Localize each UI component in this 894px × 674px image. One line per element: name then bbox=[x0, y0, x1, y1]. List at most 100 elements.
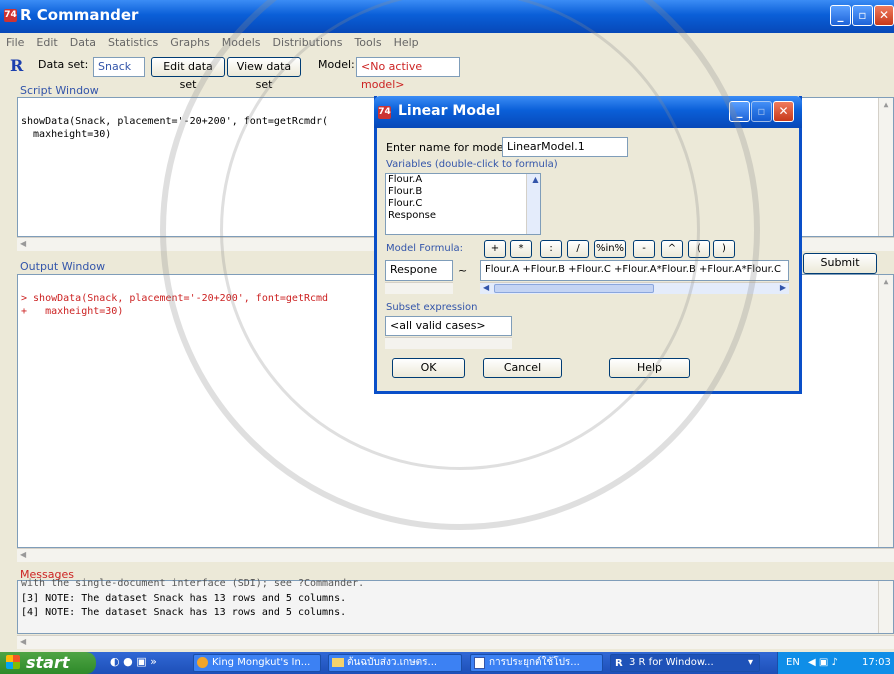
ok-button[interactable]: OK bbox=[392, 358, 465, 378]
close-paren-button[interactable]: ) bbox=[713, 240, 735, 258]
tilde-symbol: ~ bbox=[458, 264, 468, 277]
help-button[interactable]: Help bbox=[609, 358, 690, 378]
minus-operator-button[interactable]: - bbox=[633, 240, 655, 258]
message-line: [3] NOTE: The dataset Snack has 13 rows … bbox=[21, 593, 347, 604]
dialog-title-bar: 74 Linear Model _ ▫ ✕ bbox=[374, 96, 802, 128]
menu-tools[interactable]: Tools bbox=[348, 33, 387, 49]
clock: 17:03 bbox=[862, 657, 891, 668]
browser-icon bbox=[197, 657, 208, 668]
formula-scrollbar[interactable]: ◀ ▶ bbox=[480, 282, 789, 294]
formula-scroll-thumb[interactable] bbox=[494, 284, 654, 293]
power-operator-button[interactable]: ^ bbox=[661, 240, 683, 258]
r-task-icon: R bbox=[615, 658, 623, 669]
response-scrollbar[interactable] bbox=[385, 282, 453, 294]
message-line: [4] NOTE: The dataset Snack has 13 rows … bbox=[21, 607, 347, 618]
system-tray: EN ◀ ▣ ♪ 17:03 bbox=[777, 652, 894, 674]
start-label: start bbox=[26, 653, 70, 672]
submit-button[interactable]: Submit bbox=[803, 253, 877, 274]
scroll-left-icon[interactable]: ◀ bbox=[483, 283, 489, 292]
variable-item[interactable]: Flour.B bbox=[386, 186, 540, 198]
message-line: with the single-document interface (SDI)… bbox=[21, 578, 365, 589]
output-window-title: Output Window bbox=[20, 260, 106, 273]
maximize-icon[interactable]: ▫ bbox=[852, 5, 873, 26]
task-label: King Mongkut's In... bbox=[212, 657, 311, 668]
model-label: Model: bbox=[318, 58, 355, 71]
task-label: การประยุกต์ใช้โปร... bbox=[489, 657, 580, 668]
scroll-up-icon[interactable]: ▲ bbox=[529, 174, 540, 186]
dialog-r-icon: 74 bbox=[378, 106, 391, 119]
dialog-close-icon[interactable]: ✕ bbox=[773, 101, 794, 122]
model-formula-label: Model Formula: bbox=[386, 243, 464, 254]
dialog-minimize-icon[interactable]: _ bbox=[729, 101, 750, 122]
variable-item[interactable]: Response bbox=[386, 210, 540, 222]
times-operator-button[interactable]: * bbox=[510, 240, 532, 258]
scroll-left-icon[interactable]: ◀ bbox=[20, 239, 26, 248]
scroll-up-icon[interactable]: ▲ bbox=[879, 100, 893, 109]
menu-statistics[interactable]: Statistics bbox=[102, 33, 164, 49]
plus-operator-button[interactable]: + bbox=[484, 240, 506, 258]
task-folder[interactable]: ต้นฉบับส่งว.เกษตร... bbox=[328, 654, 462, 672]
script-line: showData(Snack, placement='-20+200', fon… bbox=[21, 116, 329, 127]
subset-label: Subset expression bbox=[386, 302, 478, 313]
model-name-input[interactable]: LinearModel.1 bbox=[502, 137, 628, 157]
cancel-button[interactable]: Cancel bbox=[483, 358, 562, 378]
messages-vertical-scrollbar[interactable] bbox=[878, 581, 893, 633]
main-title-bar: 74 R Commander _ ▫ ✕ bbox=[0, 0, 894, 33]
model-formula-input[interactable]: Flour.A +Flour.B +Flour.C +Flour.A*Flour… bbox=[480, 260, 789, 281]
r-app-icon: 74 bbox=[4, 9, 17, 22]
subset-scrollbar[interactable] bbox=[385, 337, 512, 349]
messages-horizontal-scrollbar[interactable]: ◀ bbox=[17, 635, 894, 649]
scroll-left-icon[interactable]: ◀ bbox=[20, 550, 26, 559]
open-paren-button[interactable]: ( bbox=[688, 240, 710, 258]
menu-help[interactable]: Help bbox=[388, 33, 425, 49]
active-model-selector[interactable]: <No active model> bbox=[356, 57, 460, 91]
variables-scrollbar[interactable]: ▲ bbox=[526, 174, 540, 234]
folder-icon bbox=[332, 658, 344, 667]
scroll-left-icon[interactable]: ◀ bbox=[20, 637, 26, 646]
variable-item[interactable]: Flour.C bbox=[386, 198, 540, 210]
model-name-label: Enter name for model: bbox=[386, 141, 511, 154]
task-document[interactable]: การประยุกต์ใช้โปร... bbox=[470, 654, 603, 672]
menu-data[interactable]: Data bbox=[64, 33, 102, 49]
messages-window: with the single-document interface (SDI)… bbox=[17, 578, 894, 634]
slash-operator-button[interactable]: / bbox=[567, 240, 589, 258]
script-line: maxheight=30) bbox=[21, 129, 112, 140]
response-input[interactable]: Respone bbox=[385, 260, 453, 281]
chevron-down-icon: ▾ bbox=[747, 657, 753, 668]
menu-models[interactable]: Models bbox=[216, 33, 267, 49]
start-button[interactable]: start bbox=[0, 652, 96, 674]
r-logo-icon: R bbox=[10, 56, 24, 75]
colon-operator-button[interactable]: : bbox=[540, 240, 562, 258]
script-window-title: Script Window bbox=[20, 84, 99, 97]
scroll-right-icon[interactable]: ▶ bbox=[780, 283, 786, 292]
menu-file[interactable]: File bbox=[0, 33, 30, 49]
menu-distributions[interactable]: Distributions bbox=[267, 33, 349, 49]
close-icon[interactable]: ✕ bbox=[874, 5, 894, 26]
task-browser[interactable]: King Mongkut's In... bbox=[193, 654, 321, 672]
language-indicator[interactable]: EN bbox=[786, 652, 800, 674]
edit-data-set-button[interactable]: Edit data set bbox=[151, 57, 225, 91]
task-label: ต้นฉบับส่งว.เกษตร... bbox=[347, 657, 438, 668]
tray-icons[interactable]: ◀ ▣ ♪ bbox=[808, 652, 838, 674]
minimize-icon[interactable]: _ bbox=[830, 5, 851, 26]
quick-launch[interactable]: ◐ ● ▣ » bbox=[110, 655, 170, 671]
script-vertical-scrollbar[interactable]: ▲ bbox=[878, 98, 893, 236]
task-label: 3 R for Window... bbox=[629, 657, 714, 668]
in-operator-button[interactable]: %in% bbox=[594, 240, 626, 258]
output-vertical-scrollbar[interactable]: ▲ bbox=[878, 275, 893, 547]
menu-graphs[interactable]: Graphs bbox=[164, 33, 215, 49]
window-title: R Commander bbox=[20, 6, 139, 24]
task-r-windows[interactable]: R 3 R for Window... ▾ bbox=[610, 654, 760, 672]
menu-edit[interactable]: Edit bbox=[30, 33, 63, 49]
subset-input[interactable]: <all valid cases> bbox=[385, 316, 512, 336]
dialog-maximize-icon[interactable]: ▫ bbox=[751, 101, 772, 122]
variable-item[interactable]: Flour.A bbox=[386, 174, 540, 186]
scroll-up-icon[interactable]: ▲ bbox=[879, 277, 893, 286]
dataset-selector[interactable]: Snack bbox=[93, 57, 145, 77]
view-data-set-button[interactable]: View data set bbox=[227, 57, 301, 91]
variables-label: Variables (double-click to formula) bbox=[386, 159, 558, 170]
variables-listbox[interactable]: Flour.A Flour.B Flour.C Response ▲ bbox=[385, 173, 541, 235]
output-line: > showData(Snack, placement='-20+200', f… bbox=[21, 293, 329, 304]
output-horizontal-scrollbar[interactable]: ◀ bbox=[17, 548, 894, 562]
toolbar: R Data set: Snack Edit data set View dat… bbox=[0, 53, 894, 91]
